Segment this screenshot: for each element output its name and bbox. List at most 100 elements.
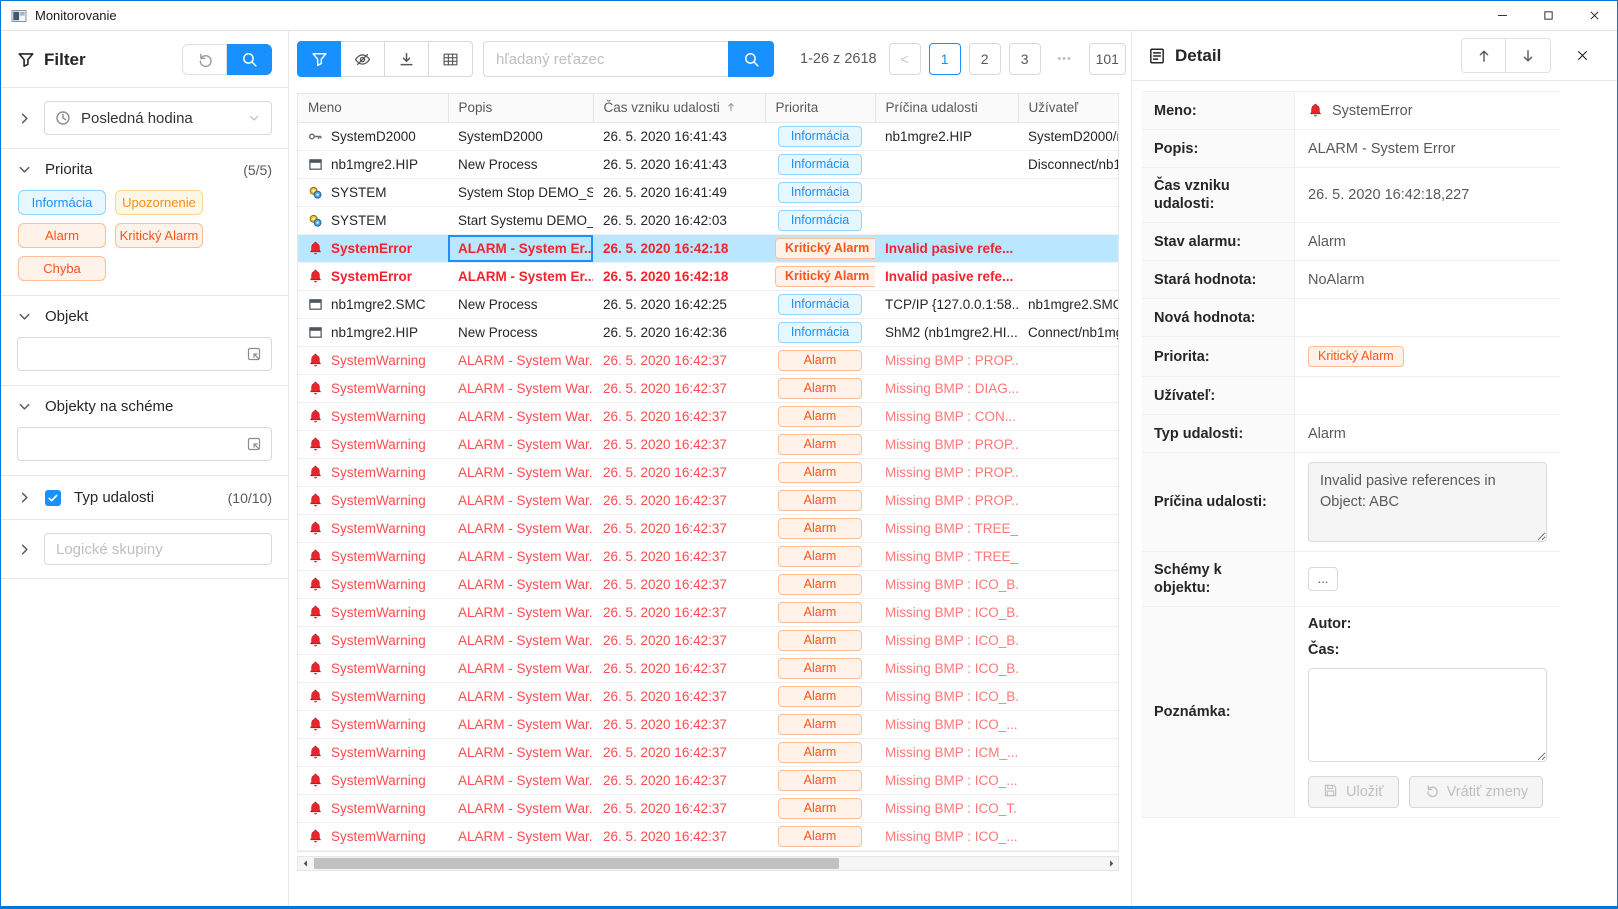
table-row[interactable]: SystemWarningALARM - System War...26. 5.… — [298, 459, 1118, 487]
table-row[interactable]: SystemWarningALARM - System War...26. 5.… — [298, 403, 1118, 431]
chevron-right-icon[interactable] — [17, 111, 32, 126]
table-row[interactable]: SystemWarningALARM - System War...26. 5.… — [298, 599, 1118, 627]
scrollbar-thumb[interactable] — [314, 858, 839, 869]
cell-cas: 26. 5. 2020 16:41:49 — [593, 179, 765, 207]
table-row[interactable]: SystemErrorALARM - System Er...26. 5. 20… — [298, 263, 1118, 291]
table-row[interactable]: SystemWarningALARM - System War...26. 5.… — [298, 515, 1118, 543]
table-row[interactable]: SystemWarningALARM - System War...26. 5.… — [298, 571, 1118, 599]
time-range-value: Posledná hodina — [81, 110, 247, 127]
pagination-page-2[interactable]: 2 — [969, 43, 1001, 75]
detail-field-label-text: Typ udalosti: — [1154, 425, 1243, 443]
alarm-bell-icon — [308, 437, 323, 452]
scheme-objects-input[interactable] — [27, 436, 246, 452]
pick-object-icon[interactable] — [246, 346, 262, 362]
priority-chip-inform-cia[interactable]: Informácia — [18, 190, 106, 215]
table-row[interactable]: SystemWarningALARM - System War...26. 5.… — [298, 767, 1118, 795]
export-toolbar-button[interactable] — [385, 41, 429, 77]
column-header--as-vzniku-udalosti[interactable]: Čas vzniku udalosti — [593, 94, 765, 122]
table-row[interactable]: SystemErrorALARM - System Er...26. 5. 20… — [298, 235, 1118, 263]
table-row[interactable]: SystemWarningALARM - System War...26. 5.… — [298, 823, 1118, 851]
object-section-header[interactable]: Objekt — [17, 308, 272, 325]
table-row[interactable]: nb1mgre2.HIPNew Process26. 5. 2020 16:42… — [298, 319, 1118, 347]
pagination-page-101[interactable]: 101 — [1089, 43, 1126, 75]
cell-pricina: Missing BMP : PROP... — [875, 459, 1018, 487]
table-row[interactable]: SystemWarningALARM - System War...26. 5.… — [298, 543, 1118, 571]
priority-section-header[interactable]: Priorita (5/5) — [17, 161, 272, 178]
search-button[interactable] — [728, 41, 774, 77]
close-detail-button[interactable] — [1565, 39, 1599, 72]
alarm-bell-icon — [308, 241, 323, 256]
close-window-button[interactable] — [1571, 1, 1617, 30]
cell-uzivatel — [1018, 655, 1118, 683]
scroll-right-arrow[interactable] — [1104, 857, 1118, 870]
schemes-more-button[interactable]: ... — [1308, 567, 1338, 591]
next-event-button[interactable] — [1506, 39, 1550, 72]
columns-toolbar-button[interactable] — [429, 41, 473, 77]
maximize-button[interactable] — [1525, 1, 1571, 30]
table-row[interactable]: SystemWarningALARM - System War...26. 5.… — [298, 739, 1118, 767]
table-row[interactable]: SystemWarningALARM - System War...26. 5.… — [298, 655, 1118, 683]
table-row[interactable]: SystemWarningALARM - System War...26. 5.… — [298, 627, 1118, 655]
search-filter-button[interactable] — [227, 44, 272, 75]
priority-badge: Alarm — [778, 770, 862, 791]
save-note-button[interactable]: Uložiť — [1308, 776, 1399, 808]
cell-pricina: Missing BMP : DIAG... — [875, 375, 1018, 403]
chevron-right-icon[interactable] — [17, 542, 32, 557]
pagination-prev-button[interactable]: < — [889, 43, 921, 75]
priority-chip-kritick-alarm[interactable]: Kritický Alarm — [115, 223, 203, 248]
event-type-row: Typ udalosti (10/10) — [1, 476, 288, 519]
column-header-popis[interactable]: Popis — [448, 94, 593, 122]
event-name: SystemError — [331, 269, 412, 284]
event-cause-textarea[interactable] — [1308, 462, 1547, 542]
time-range-select[interactable]: Posledná hodina — [44, 101, 272, 135]
hide-toolbar-button[interactable] — [341, 41, 385, 77]
table-row[interactable]: SYSTEMSystem Stop DEMO_S...26. 5. 2020 1… — [298, 179, 1118, 207]
filter-toolbar-button[interactable] — [297, 41, 341, 77]
cell-priorita: Alarm — [765, 739, 875, 767]
previous-event-button[interactable] — [1462, 39, 1506, 72]
undo-filter-button[interactable] — [182, 44, 227, 75]
logical-groups-input[interactable] — [44, 533, 272, 565]
table-row[interactable]: SYSTEMStart Systemu DEMO_...26. 5. 2020 … — [298, 207, 1118, 235]
scroll-left-arrow[interactable] — [298, 857, 312, 870]
minimize-button[interactable] — [1479, 1, 1525, 30]
pick-scheme-icon[interactable] — [246, 436, 262, 452]
chevron-right-icon[interactable] — [17, 490, 32, 505]
scheme-objects-section-header[interactable]: Objekty na schéme — [17, 398, 272, 415]
cell-uzivatel — [1018, 487, 1118, 515]
column-header-priorita[interactable]: Priorita — [765, 94, 875, 122]
alarm-bell-icon — [308, 521, 323, 536]
pagination-page-3[interactable]: 3 — [1009, 43, 1041, 75]
note-textarea[interactable] — [1308, 668, 1547, 762]
cell-meno: SystemWarning — [298, 403, 448, 431]
column-header-u-vate-[interactable]: Užívateľ — [1018, 94, 1118, 122]
horizontal-scrollbar[interactable] — [297, 856, 1119, 871]
table-row[interactable]: SystemWarningALARM - System War...26. 5.… — [298, 347, 1118, 375]
column-header-pr-ina-udalosti[interactable]: Príčina udalosti — [875, 94, 1018, 122]
table-row[interactable]: SystemWarningALARM - System War...26. 5.… — [298, 375, 1118, 403]
priority-chip-chyba[interactable]: Chyba — [18, 256, 106, 281]
priority-chip-upozornenie[interactable]: Upozornenie — [115, 190, 203, 215]
table-row[interactable]: SystemD2000SystemD200026. 5. 2020 16:41:… — [298, 122, 1118, 151]
event-name: SystemD2000 — [331, 129, 416, 144]
note-block: Autor:Čas:UložiťVrátiť zmeny — [1308, 616, 1547, 808]
pagination-page-1[interactable]: 1 — [929, 43, 961, 75]
table-row[interactable]: nb1mgre2.SMCNew Process26. 5. 2020 16:42… — [298, 291, 1118, 319]
detail-icon — [1148, 47, 1166, 65]
table-row[interactable]: SystemWarningALARM - System War...26. 5.… — [298, 711, 1118, 739]
column-header-meno[interactable]: Meno — [298, 94, 448, 122]
cell-priorita: Alarm — [765, 515, 875, 543]
table-row[interactable]: SystemWarningALARM - System War...26. 5.… — [298, 487, 1118, 515]
cell-pricina: Missing BMP : ICO_... — [875, 767, 1018, 795]
object-input[interactable] — [27, 346, 246, 362]
table-row[interactable]: SystemWarningALARM - System War...26. 5.… — [298, 795, 1118, 823]
table-row[interactable]: nb1mgre2.HIPNew Process26. 5. 2020 16:41… — [298, 151, 1118, 179]
revert-note-button[interactable]: Vrátiť zmeny — [1409, 776, 1543, 808]
table-row[interactable]: SystemWarningALARM - System War...26. 5.… — [298, 431, 1118, 459]
table-row[interactable]: SystemWarningALARM - System War...26. 5.… — [298, 683, 1118, 711]
detail-actions — [1461, 38, 1599, 73]
priority-chip-alarm[interactable]: Alarm — [18, 223, 106, 248]
event-type-checkbox[interactable] — [45, 490, 61, 506]
search-input[interactable] — [483, 41, 728, 77]
cell-popis: ALARM - System War... — [448, 375, 593, 403]
